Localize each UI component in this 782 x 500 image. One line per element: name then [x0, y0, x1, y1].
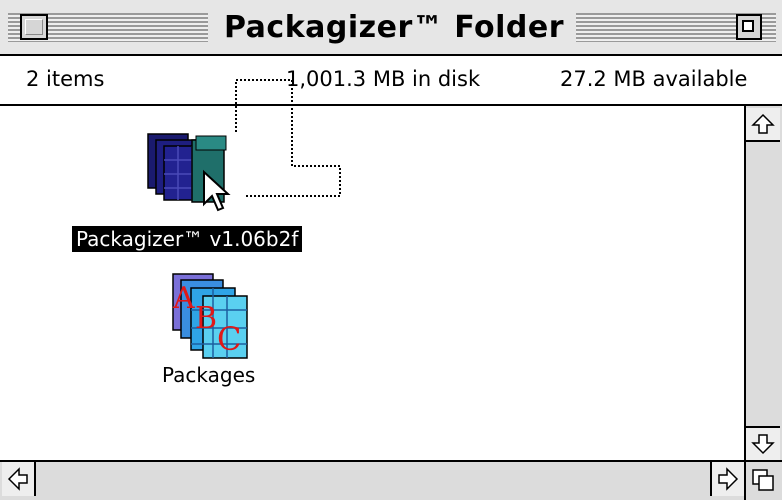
finder-window: Packagizer™ Folder 2 items 1,001.3 MB in…: [0, 0, 782, 500]
vertical-scrollbar[interactable]: [744, 106, 782, 460]
grow-box-icon[interactable]: [744, 460, 782, 500]
scroll-up-arrow-icon[interactable]: [746, 108, 780, 142]
scroll-down-arrow-icon[interactable]: [746, 426, 780, 460]
scroll-left-arrow-icon[interactable]: [2, 462, 36, 496]
horizontal-scrollbar[interactable]: [0, 460, 744, 500]
drag-outline: [235, 79, 341, 197]
scroll-right-arrow-icon[interactable]: [710, 462, 744, 496]
